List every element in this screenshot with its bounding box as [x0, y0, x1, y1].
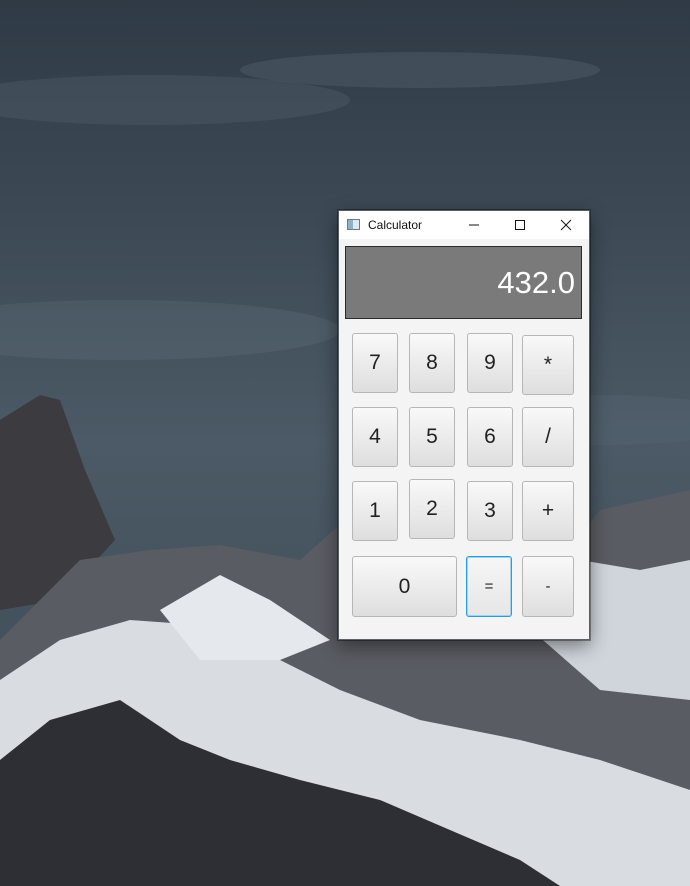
key-6[interactable]: 6 — [467, 407, 513, 467]
close-icon — [560, 219, 572, 231]
key-divide[interactable]: / — [522, 407, 574, 467]
key-5[interactable]: 5 — [409, 407, 455, 467]
key-7[interactable]: 7 — [352, 333, 398, 393]
key-4[interactable]: 4 — [352, 407, 398, 467]
key-2[interactable]: 2 — [409, 479, 455, 539]
result-display: 432.0 — [345, 246, 582, 319]
window-title: Calculator — [368, 218, 423, 232]
key-3[interactable]: 3 — [467, 481, 513, 541]
close-button[interactable] — [543, 211, 589, 239]
maximize-button[interactable] — [497, 211, 543, 239]
maximize-icon — [515, 220, 525, 230]
minimize-button[interactable] — [451, 211, 497, 239]
calculator-window: Calculator 432.0 7 8 9 * 4 5 6 / 1 2 3 +… — [338, 210, 590, 640]
key-0[interactable]: 0 — [352, 556, 457, 617]
key-equals[interactable]: = — [466, 556, 512, 617]
key-minus[interactable]: - — [522, 556, 574, 617]
key-plus[interactable]: + — [522, 481, 574, 541]
key-8[interactable]: 8 — [409, 333, 455, 393]
title-bar[interactable]: Calculator — [339, 211, 589, 239]
minimize-icon — [469, 224, 479, 226]
app-icon — [347, 219, 360, 230]
key-multiply[interactable]: * — [522, 335, 574, 395]
key-9[interactable]: 9 — [467, 333, 513, 393]
key-1[interactable]: 1 — [352, 481, 398, 541]
